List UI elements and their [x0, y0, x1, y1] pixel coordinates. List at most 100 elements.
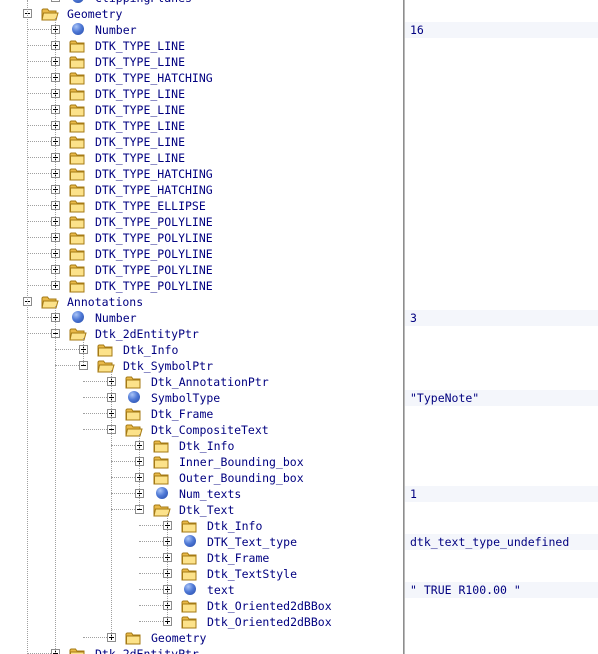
tree-node-label[interactable]: DTK_TYPE_LINE — [95, 151, 185, 165]
tree-node[interactable]: DTK_TYPE_HATCHING — [0, 166, 403, 182]
value-row[interactable]: 1 — [405, 486, 598, 502]
tree-node-label[interactable]: Outer_Bounding_box — [179, 471, 304, 485]
tree-node-label[interactable]: DTK_TYPE_HATCHING — [95, 183, 213, 197]
tree-node-label[interactable]: Dtk_Info — [179, 439, 234, 453]
tree-node-label[interactable]: DTK_TYPE_POLYLINE — [95, 215, 213, 229]
tree-node-label[interactable]: Inner_Bounding_box — [179, 455, 304, 469]
tree-node[interactable]: SymbolType — [0, 390, 403, 406]
tree-node[interactable]: Dtk_CompositeText — [0, 422, 403, 438]
tree-node[interactable]: Annotations — [0, 294, 403, 310]
value-row[interactable] — [405, 358, 598, 374]
tree-node[interactable]: Dtk_Frame — [0, 550, 403, 566]
tree-node[interactable]: Dtk_Oriented2dBBox — [0, 598, 403, 614]
value-row[interactable] — [405, 518, 598, 534]
value-row[interactable] — [405, 6, 598, 22]
tree-node-label[interactable]: SymbolType — [151, 391, 220, 405]
value-row[interactable] — [405, 566, 598, 582]
value-row[interactable] — [405, 406, 598, 422]
tree-node[interactable]: Dtk_SymbolPtr — [0, 358, 403, 374]
tree-node-label[interactable]: DTK_TYPE_LINE — [95, 39, 185, 53]
tree-node-label[interactable]: Dtk_Info — [207, 519, 262, 533]
value-row[interactable]: dtk_text_type_undefined — [405, 534, 598, 550]
tree-node-label[interactable]: Dtk_AnnotationPtr — [151, 375, 269, 389]
tree-node-label[interactable]: DTK_TYPE_ELLIPSE — [95, 199, 206, 213]
tree-node-label[interactable]: Geometry — [151, 631, 206, 645]
tree-node[interactable]: DTK_Text_type — [0, 534, 403, 550]
value-row[interactable] — [405, 86, 598, 102]
tree-node[interactable]: Inner_Bounding_box — [0, 454, 403, 470]
tree-node-label[interactable]: Dtk_SymbolPtr — [123, 359, 213, 373]
tree-node[interactable]: DTK_TYPE_POLYLINE — [0, 262, 403, 278]
tree-node[interactable]: DTK_TYPE_POLYLINE — [0, 230, 403, 246]
tree-node[interactable]: Number — [0, 22, 403, 38]
tree-node[interactable]: Dtk_Frame — [0, 406, 403, 422]
tree-node-label[interactable]: Num_texts — [179, 487, 241, 501]
tree-node[interactable]: DTK_TYPE_LINE — [0, 102, 403, 118]
tree-node-label[interactable]: DTK_TYPE_POLYLINE — [95, 263, 213, 277]
tree-node-label[interactable]: ClippingPlanes — [95, 0, 192, 5]
value-row[interactable] — [405, 38, 598, 54]
tree-node[interactable]: Dtk_Info — [0, 518, 403, 534]
tree-node-label[interactable]: DTK_Text_type — [207, 535, 297, 549]
tree-node-label[interactable]: Annotations — [67, 295, 143, 309]
values-pane[interactable]: 16 3 "TypeNote" 1 dtk_text_type_undefined " T… — [405, 0, 598, 654]
value-row[interactable] — [405, 374, 598, 390]
tree-node[interactable]: DTK_TYPE_POLYLINE — [0, 246, 403, 262]
value-row[interactable] — [405, 630, 598, 646]
tree-node[interactable]: DTK_TYPE_LINE — [0, 134, 403, 150]
value-row[interactable] — [405, 454, 598, 470]
tree-node-label[interactable]: Dtk_Oriented2dBBox — [207, 615, 332, 629]
tree-node[interactable]: DTK_TYPE_POLYLINE — [0, 278, 403, 294]
tree-node-label[interactable]: Dtk_Oriented2dBBox — [207, 599, 332, 613]
value-row[interactable] — [405, 502, 598, 518]
expand-toggle[interactable] — [51, 0, 60, 2]
tree-node[interactable]: DTK_TYPE_ELLIPSE — [0, 198, 403, 214]
tree-node-label[interactable]: DTK_TYPE_HATCHING — [95, 71, 213, 85]
value-row[interactable] — [405, 294, 598, 310]
value-row[interactable] — [405, 230, 598, 246]
value-row[interactable] — [405, 198, 598, 214]
tree-node-label[interactable]: Dtk_2dEntityPtr — [95, 647, 199, 654]
value-row[interactable] — [405, 598, 598, 614]
value-row[interactable] — [405, 646, 598, 654]
tree-node-label[interactable]: Dtk_Frame — [207, 551, 269, 565]
tree-node[interactable]: Dtk_TextStyle — [0, 566, 403, 582]
tree-node[interactable]: Number — [0, 310, 403, 326]
tree-node-label[interactable]: Dtk_2dEntityPtr — [95, 327, 199, 341]
value-row[interactable] — [405, 134, 598, 150]
value-row[interactable] — [405, 470, 598, 486]
tree-node[interactable]: text — [0, 582, 403, 598]
value-row[interactable] — [405, 438, 598, 454]
value-row[interactable] — [405, 70, 598, 86]
value-row[interactable] — [405, 326, 598, 342]
tree-node-label[interactable]: DTK_TYPE_LINE — [95, 87, 185, 101]
tree-node[interactable]: DTK_TYPE_LINE — [0, 86, 403, 102]
value-row[interactable] — [405, 550, 598, 566]
tree-node[interactable]: DTK_TYPE_LINE — [0, 38, 403, 54]
tree-node[interactable]: Geometry — [0, 630, 403, 646]
tree-node[interactable]: Dtk_2dEntityPtr — [0, 646, 403, 654]
value-row[interactable] — [405, 166, 598, 182]
tree-node[interactable]: Outer_Bounding_box — [0, 470, 403, 486]
tree-node[interactable]: DTK_TYPE_HATCHING — [0, 182, 403, 198]
value-row[interactable] — [405, 54, 598, 70]
value-row[interactable] — [405, 118, 598, 134]
tree-node-label[interactable]: Dtk_TextStyle — [207, 567, 297, 581]
tree-node[interactable]: DTK_TYPE_LINE — [0, 54, 403, 70]
tree-node-label[interactable]: DTK_TYPE_POLYLINE — [95, 231, 213, 245]
tree-pane[interactable]: ClippingPlanes Geometry Number DTK_TYPE_LIN… — [0, 0, 403, 654]
tree-node[interactable]: DTK_TYPE_LINE — [0, 150, 403, 166]
tree-node[interactable]: Num_texts — [0, 486, 403, 502]
value-row[interactable] — [405, 246, 598, 262]
tree-node-label[interactable]: Geometry — [67, 7, 122, 21]
tree-node-label[interactable]: DTK_TYPE_LINE — [95, 119, 185, 133]
tree-node[interactable]: DTK_TYPE_POLYLINE — [0, 214, 403, 230]
tree-node-label[interactable]: DTK_TYPE_LINE — [95, 55, 185, 69]
tree-node[interactable]: Dtk_Info — [0, 342, 403, 358]
value-row[interactable] — [405, 102, 598, 118]
tree-node-label[interactable]: Dtk_Info — [123, 343, 178, 357]
tree-node[interactable]: Dtk_Text — [0, 502, 403, 518]
value-row[interactable]: " TRUE R100.00 " — [405, 582, 598, 598]
tree-node[interactable]: DTK_TYPE_LINE — [0, 118, 403, 134]
tree-node-label[interactable]: Dtk_CompositeText — [151, 423, 269, 437]
